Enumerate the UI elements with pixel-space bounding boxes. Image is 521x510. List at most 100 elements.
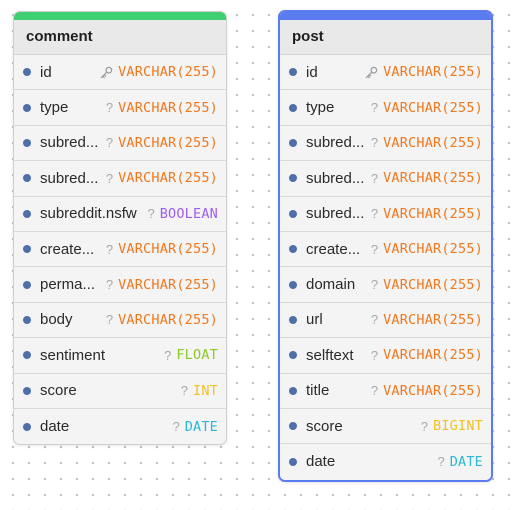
column-meta: ? VARCHAR(255) (371, 197, 483, 231)
nullable-marker: ? (105, 241, 114, 257)
column-meta: VARCHAR(255) (365, 55, 483, 89)
column-dot-icon (23, 103, 31, 112)
column-name: create... (306, 240, 361, 258)
column-name: subred... (306, 205, 365, 223)
column-row[interactable]: domain? VARCHAR(255) (280, 267, 491, 303)
column-dot-icon (289, 103, 297, 112)
column-type: BIGINT (433, 418, 483, 435)
column-name: id (306, 63, 318, 81)
column-dot-icon (23, 386, 31, 395)
table-color-bar (14, 12, 226, 20)
column-meta: ? VARCHAR(255) (371, 267, 483, 301)
table-post[interactable]: post id VARCHAR(255) type? VARCHAR(255) subre… (278, 10, 493, 482)
column-type: VARCHAR(255) (383, 347, 483, 364)
column-row[interactable]: sentiment ? FLOAT (14, 338, 226, 374)
column-type: VARCHAR(255) (383, 241, 483, 258)
column-meta: ? VARCHAR(255) (371, 126, 483, 160)
column-meta: ? VARCHAR(255) (106, 90, 218, 124)
column-row[interactable]: type ? VARCHAR(255) (280, 90, 491, 126)
column-row[interactable]: subred...? VARCHAR(255) (280, 125, 491, 162)
column-name: subreddit.nsfw (40, 205, 137, 223)
column-type: VARCHAR(255) (383, 99, 483, 116)
column-dot-icon (289, 386, 297, 395)
column-row[interactable]: subred...? VARCHAR(255) (280, 161, 491, 197)
column-name: selftext (306, 346, 354, 364)
column-row[interactable]: selftext? VARCHAR(255) (280, 338, 491, 374)
nullable-marker: ? (420, 418, 429, 434)
nullable-marker: ? (147, 206, 155, 222)
table-title[interactable]: comment (14, 20, 226, 55)
column-row[interactable]: perma...? VARCHAR(255) (14, 267, 226, 303)
column-name: date (306, 453, 336, 471)
column-type: VARCHAR(255) (383, 311, 483, 328)
column-type: VARCHAR(255) (383, 205, 483, 222)
column-meta: ? FLOAT (164, 338, 218, 372)
column-type: VARCHAR(255) (118, 276, 218, 293)
column-meta: VARCHAR(255) (100, 55, 218, 89)
table-comment[interactable]: comment id VARCHAR(255) type? VARCHAR(255) su… (13, 11, 227, 446)
column-dot-icon (23, 280, 31, 289)
column-dot-icon (289, 68, 297, 77)
column-dot-icon (23, 245, 31, 254)
nullable-marker: ? (105, 135, 114, 151)
column-row[interactable]: create...? VARCHAR(255) (280, 231, 491, 268)
column-row[interactable]: score? BIGINT (280, 408, 491, 445)
nullable-marker: ? (370, 206, 379, 222)
column-dot-icon (289, 422, 297, 431)
column-row[interactable]: score? INT (14, 373, 226, 409)
column-meta: ? VARCHAR(255) (106, 303, 218, 337)
column-type: VARCHAR(255) (118, 134, 218, 151)
column-name: body (40, 311, 73, 329)
column-name: subred... (40, 169, 99, 187)
column-name: subred... (306, 169, 365, 187)
column-row[interactable]: id VARCHAR(255) (14, 55, 226, 91)
column-row[interactable]: title? VARCHAR(255) (280, 373, 491, 409)
table-title[interactable]: post (280, 20, 491, 55)
nullable-marker: ? (370, 347, 379, 363)
column-row[interactable]: subred...? VARCHAR(255) (14, 125, 226, 162)
nullable-marker: ? (370, 241, 379, 257)
column-meta: ? VARCHAR(255) (106, 232, 218, 266)
column-name: sentiment (40, 346, 106, 364)
nullable-marker: ? (370, 170, 379, 186)
column-type: VARCHAR(255) (118, 311, 218, 328)
column-row[interactable]: type? VARCHAR(255) (14, 90, 226, 126)
column-dot-icon (289, 209, 297, 218)
column-type: VARCHAR(255) (383, 382, 483, 399)
column-dot-icon (23, 209, 31, 218)
column-meta: ? BIGINT (421, 409, 483, 443)
column-meta: ? VARCHAR(255) (371, 90, 483, 124)
column-type: DATE (449, 453, 483, 470)
column-type: INT (193, 382, 218, 399)
column-type: VARCHAR(255) (118, 64, 218, 81)
column-row[interactable]: create...? VARCHAR(255) (14, 231, 226, 268)
nullable-marker: ? (370, 135, 379, 151)
nullable-marker: ? (164, 347, 172, 363)
column-name: subred... (40, 134, 99, 152)
key-icon (100, 66, 113, 78)
column-dot-icon (23, 351, 31, 360)
column-meta: ? VARCHAR(255) (371, 303, 483, 337)
column-row[interactable]: date ? DATE (280, 444, 491, 480)
column-name: create... (40, 240, 95, 258)
column-name: type (306, 99, 335, 117)
column-type: VARCHAR(255) (118, 241, 218, 258)
column-dot-icon (23, 174, 31, 183)
column-row[interactable]: id VARCHAR(255) (280, 55, 491, 91)
column-meta: ? DATE (437, 444, 483, 479)
column-type: VARCHAR(255) (383, 134, 483, 151)
column-type: BOOLEAN (159, 205, 218, 222)
column-meta: ? VARCHAR(255) (106, 267, 218, 301)
column-meta: ? VARCHAR(255) (371, 374, 483, 408)
column-type: VARCHAR(255) (383, 64, 483, 81)
column-row[interactable]: date ? DATE (14, 408, 226, 445)
column-dot-icon (23, 422, 31, 431)
column-meta: ? DATE (172, 409, 218, 444)
column-row[interactable]: subred...? VARCHAR(255) (280, 196, 491, 232)
column-row[interactable]: subred...? VARCHAR(255) (14, 161, 226, 197)
column-row[interactable]: url? VARCHAR(255) (280, 302, 491, 339)
column-row[interactable]: body ? VARCHAR(255) (14, 302, 226, 339)
column-name: score (306, 417, 343, 435)
column-name: date (40, 418, 70, 436)
column-row[interactable]: subreddit.nsfw? BOOLEAN (14, 196, 226, 232)
